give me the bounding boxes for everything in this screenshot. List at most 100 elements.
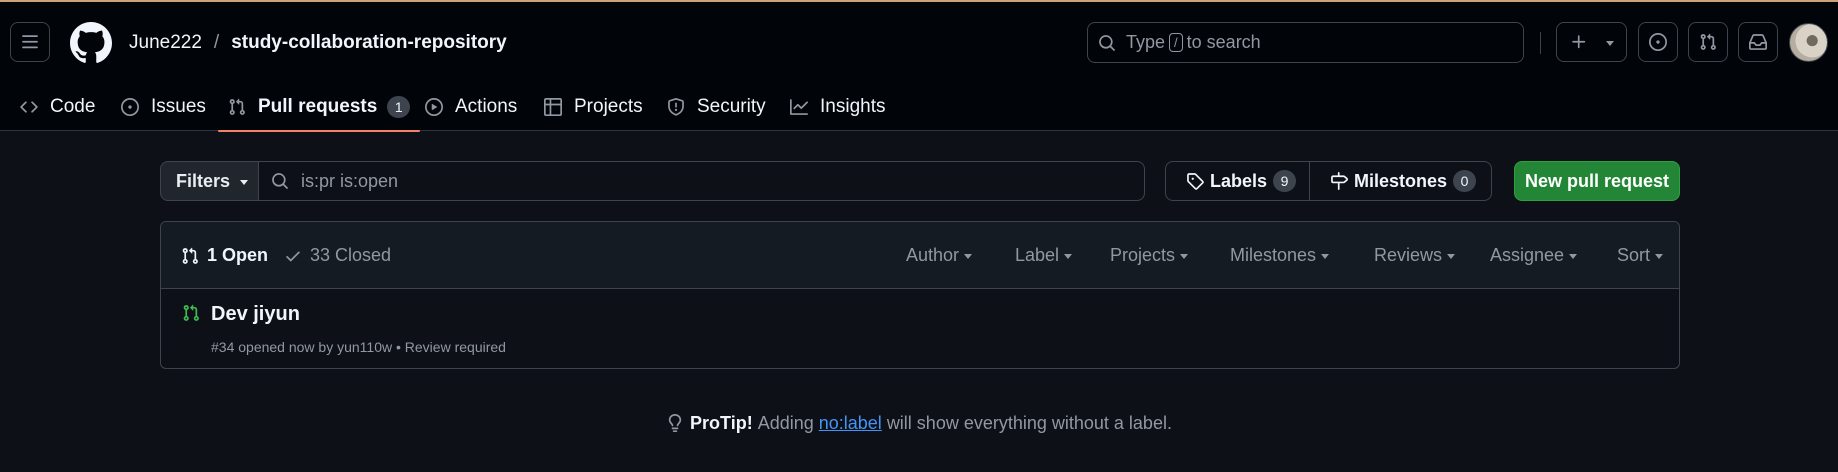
author-dropdown[interactable]: Author [906, 222, 973, 289]
sorter-label: Sort [1617, 245, 1651, 265]
github-logo-icon[interactable] [70, 22, 112, 64]
filters-dropdown-button[interactable]: Filters [160, 161, 259, 201]
menu-button[interactable] [10, 22, 50, 62]
reviews-dropdown[interactable]: Reviews [1374, 222, 1456, 289]
inbox-button[interactable] [1738, 22, 1778, 62]
pull-request-title-link[interactable]: Dev jiyun [211, 303, 300, 326]
inbox-icon [1749, 34, 1767, 50]
play-icon [425, 97, 443, 116]
tab-issues[interactable]: Issues [121, 82, 206, 131]
tab-projects[interactable]: Projects [544, 82, 643, 131]
search-prefix: Type [1126, 32, 1166, 52]
search-suffix: to search [1186, 32, 1261, 52]
new-pull-request-button[interactable]: New pull request [1514, 161, 1680, 201]
global-header: June222 / study-collaboration-repository… [0, 2, 1838, 82]
protip-lead: ProTip! [690, 412, 753, 433]
label-dropdown[interactable]: Label [1015, 222, 1073, 289]
pr-filter-input[interactable] [301, 170, 1101, 192]
check-icon [286, 251, 300, 261]
pull-request-meta: #34 opened now by yun110w • Review requi… [211, 339, 506, 355]
tab-actions[interactable]: Actions [425, 82, 517, 131]
repo-header: June222 / study-collaboration-repository… [0, 2, 1838, 132]
milestone-icon [1331, 172, 1348, 190]
issues-shortcut-button[interactable] [1638, 22, 1678, 62]
list-item: Dev jiyun #34 opened now by yun110w • Re… [161, 289, 1679, 368]
chevron-down-icon [240, 179, 249, 185]
tab-label: Actions [455, 95, 518, 117]
milestones-label: Milestones [1354, 170, 1448, 191]
graph-icon [790, 98, 808, 115]
chevron-down-icon [1655, 254, 1664, 259]
create-new-button[interactable] [1556, 22, 1627, 62]
chevron-down-icon [1180, 254, 1189, 259]
protip-text-after: will show everything without a label. [886, 412, 1172, 433]
milestones-button[interactable]: Milestones 0 [1309, 161, 1492, 201]
list-header: 1 Open 33 Closed Author Label Projects M… [161, 222, 1679, 289]
git-pull-request-icon [229, 98, 245, 115]
issue-opened-icon [1649, 33, 1667, 51]
tab-label: Security [697, 95, 766, 117]
search-icon [272, 173, 288, 189]
search-icon [1099, 34, 1115, 51]
tag-icon [1187, 173, 1204, 190]
pull-requests-shortcut-button[interactable] [1688, 22, 1728, 62]
projects-dropdown[interactable]: Projects [1110, 222, 1189, 289]
sorter-label: Assignee [1490, 245, 1565, 265]
pull-requests-count-badge: 1 [387, 95, 411, 118]
protip-text-before: Adding [757, 412, 814, 433]
open-filter-link[interactable]: 1 Open [181, 222, 268, 289]
tab-label: Projects [574, 95, 643, 117]
sorter-label: Author [906, 245, 960, 265]
global-search-input[interactable]: Type / to search [1087, 22, 1524, 63]
avatar[interactable] [1789, 23, 1828, 62]
sort-dropdown[interactable]: Sort [1617, 222, 1664, 289]
closed-filter-link[interactable]: 33 Closed [284, 222, 391, 289]
filters-label: Filters [176, 170, 231, 191]
chevron-down-icon [964, 254, 973, 259]
table-icon [544, 97, 562, 116]
tab-pull-requests[interactable]: Pull requests 1 [217, 82, 421, 132]
search-shortcut-key: / [1169, 33, 1183, 52]
open-count-label: 1 Open [207, 245, 269, 265]
protip-no-label-link[interactable]: no:label [819, 413, 882, 434]
milestones-count-badge: 0 [1453, 170, 1477, 192]
chevron-down-icon [1064, 254, 1073, 259]
breadcrumb: June222 / study-collaboration-repository [129, 30, 507, 56]
open-pull-request-icon [182, 304, 200, 322]
sorter-label: Projects [1110, 245, 1176, 265]
labels-count-badge: 9 [1273, 170, 1297, 192]
shield-icon [668, 97, 684, 116]
labels-button[interactable]: Labels 9 [1165, 161, 1310, 201]
tab-label: Insights [820, 95, 886, 117]
pr-filter-search [258, 161, 1145, 201]
header-divider [1540, 32, 1541, 54]
sorter-label: Reviews [1374, 245, 1443, 265]
protip: ProTip! Adding no:label will show everyt… [0, 410, 1838, 436]
code-icon [20, 100, 38, 113]
tab-label: Code [50, 95, 96, 117]
issue-opened-icon [121, 97, 139, 116]
breadcrumb-repo[interactable]: study-collaboration-repository [231, 32, 507, 54]
git-pull-request-icon [182, 247, 198, 264]
plus-icon [1571, 35, 1585, 49]
chevron-down-icon [1321, 254, 1330, 259]
sorter-label: Label [1015, 245, 1060, 265]
chevron-down-icon [1447, 254, 1456, 259]
tab-security[interactable]: Security [667, 82, 766, 131]
tab-insights[interactable]: Insights [790, 82, 885, 131]
milestones-dropdown[interactable]: Milestones [1230, 222, 1330, 289]
assignee-dropdown[interactable]: Assignee [1490, 222, 1578, 289]
repo-tabs: Code Issues Pull requests 1 Actions Proj… [0, 82, 1838, 132]
chevron-down-icon [1569, 254, 1578, 259]
tab-code[interactable]: Code [20, 82, 95, 131]
labels-label: Labels [1210, 170, 1268, 191]
hamburger-icon [22, 35, 38, 49]
breadcrumb-owner[interactable]: June222 [129, 32, 202, 54]
git-pull-request-icon [1700, 33, 1716, 50]
tab-label: Pull requests [258, 95, 378, 117]
chevron-down-icon [1605, 40, 1614, 46]
breadcrumb-separator: / [213, 32, 220, 53]
light-bulb-icon [668, 414, 682, 432]
sorter-label: Milestones [1230, 245, 1317, 265]
pull-request-list: 1 Open 33 Closed Author Label Projects M… [160, 221, 1680, 369]
